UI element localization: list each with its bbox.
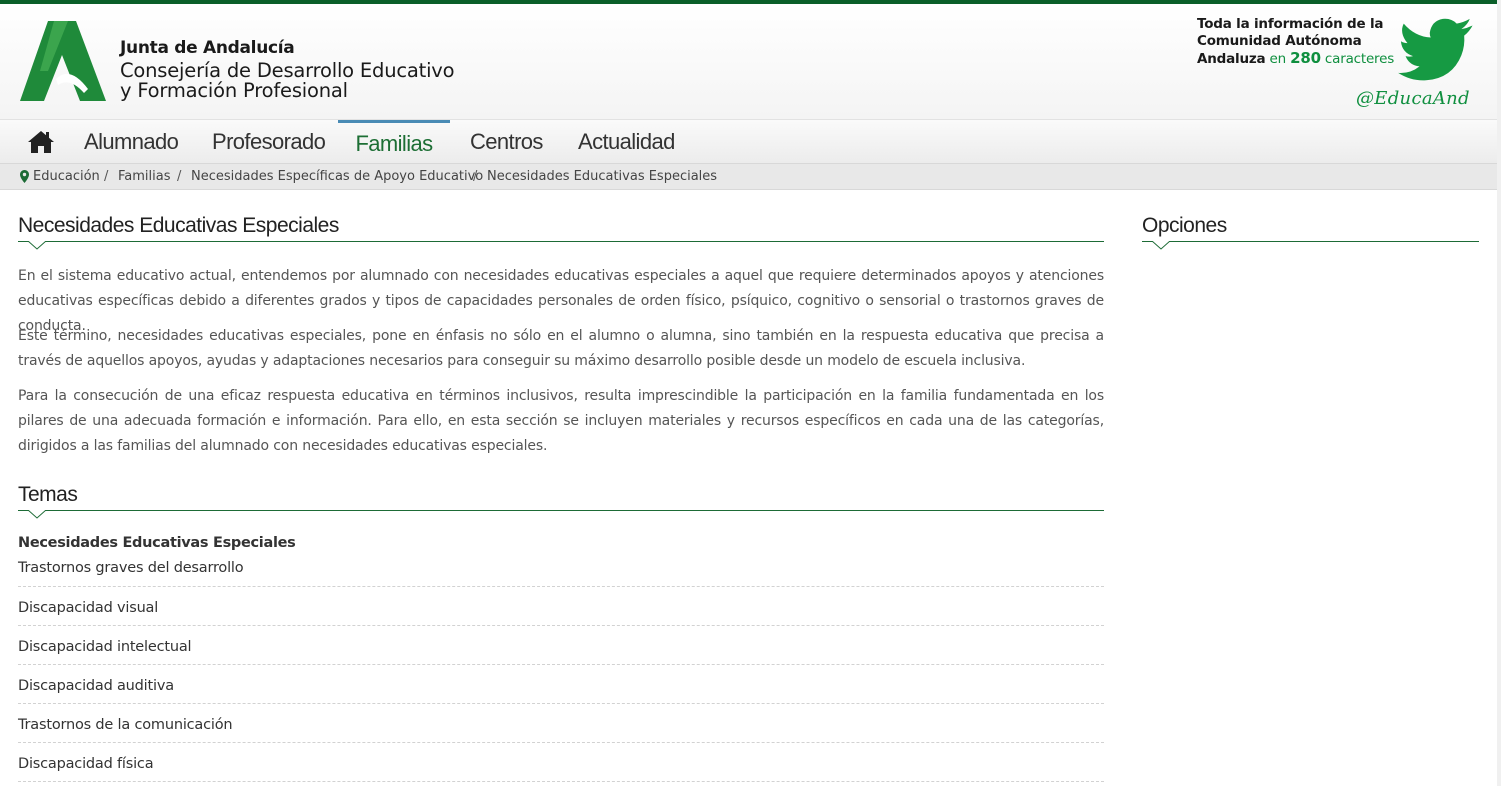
brand-title: Junta de Andalucía <box>120 38 295 58</box>
twitter-promo-en: en <box>1265 51 1291 67</box>
title-notch <box>28 241 46 250</box>
topic-link[interactable]: Discapacidad auditiva <box>18 665 1104 704</box>
map-pin-icon <box>20 170 29 183</box>
twitter-promo-number: 280 <box>1290 49 1321 67</box>
nav-item-centros[interactable]: Centros <box>470 120 543 164</box>
brand-subtitle-line-1: Consejería de Desarrollo Educativo <box>120 59 455 82</box>
twitter-promo-line-2: Comunidad Autónoma <box>1197 33 1362 49</box>
topic-link[interactable]: Discapacidad física <box>18 743 1104 782</box>
sidebar-underline <box>1142 241 1479 242</box>
topic-label[interactable]: Discapacidad auditiva <box>18 678 174 694</box>
nav-item-familias[interactable]: Familias <box>338 120 450 164</box>
page-title: Necesidades Educativas Especiales <box>18 214 339 237</box>
twitter-promo-text[interactable]: Toda la información de la Comunidad Autó… <box>1197 16 1394 68</box>
breadcrumb: Educación / Familias / Necesidades Espec… <box>0 163 1501 190</box>
junta-logo-icon[interactable] <box>18 19 108 103</box>
intro-paragraph-2: Este término, necesidades educativas esp… <box>18 328 1104 369</box>
twitter-promo-line-1: Toda la información de la <box>1197 16 1384 32</box>
scrollbar[interactable] <box>1497 0 1501 786</box>
breadcrumb-separator: / <box>177 169 182 184</box>
breadcrumb-separator: / <box>473 169 478 184</box>
nav-item-alumnado[interactable]: Alumnado <box>84 120 179 164</box>
home-icon[interactable] <box>27 129 55 155</box>
topic-label[interactable]: Trastornos graves del desarrollo <box>18 560 244 576</box>
topic-link[interactable]: Discapacidad visual <box>18 587 1104 626</box>
topic-link[interactable]: Trastornos graves del desarrollo <box>18 548 1104 587</box>
intro-paragraph-3: Para la consecución de una eficaz respue… <box>18 388 1104 454</box>
topic-label[interactable]: Discapacidad intelectual <box>18 639 192 655</box>
topic-label[interactable]: Discapacidad física <box>18 756 154 772</box>
topic-label[interactable]: Discapacidad visual <box>18 600 158 616</box>
title-underline <box>18 241 1104 242</box>
brand-subtitle-line-2: y Formación Profesional <box>120 79 348 102</box>
brand-subtitle: Consejería de Desarrollo Educativo y For… <box>120 59 455 102</box>
nav-item-actualidad[interactable]: Actualidad <box>578 120 675 164</box>
twitter-promo-line-3: Andaluza en 280 caracteres <box>1197 50 1394 68</box>
breadcrumb-item-familias[interactable]: Familias <box>118 164 171 189</box>
sidebar-title: Opciones <box>1142 214 1227 237</box>
breadcrumb-separator: / <box>104 169 109 184</box>
topic-link[interactable]: Discapacidad intelectual <box>18 626 1104 665</box>
twitter-promo-chars: caracteres <box>1320 51 1395 67</box>
breadcrumb-item-neae[interactable]: Necesidades Específicas de Apoyo Educati… <box>191 164 483 189</box>
sidebar-notch <box>1152 241 1170 250</box>
nav-item-profesorado[interactable]: Profesorado <box>212 120 326 164</box>
main-navigation: Alumnado Profesorado Familias Centros Ac… <box>0 119 1501 163</box>
breadcrumb-item-current: Necesidades Educativas Especiales <box>487 169 718 184</box>
site-header: Junta de Andalucía Consejería de Desarro… <box>0 4 1501 119</box>
topics-title: Temas <box>18 483 78 506</box>
breadcrumb-item-educacion[interactable]: Educación <box>33 164 100 189</box>
twitter-bird-icon[interactable] <box>1396 18 1476 88</box>
topics-notch <box>28 510 46 519</box>
topic-label[interactable]: Trastornos de la comunicación <box>18 717 233 733</box>
twitter-handle[interactable]: @EducaAnd <box>1356 88 1470 109</box>
topics-underline <box>18 510 1104 511</box>
twitter-promo-highlight: en 280 caracteres <box>1265 49 1395 68</box>
topic-link[interactable]: Trastornos de la comunicación <box>18 704 1104 743</box>
twitter-promo-region: Andaluza <box>1197 51 1266 67</box>
